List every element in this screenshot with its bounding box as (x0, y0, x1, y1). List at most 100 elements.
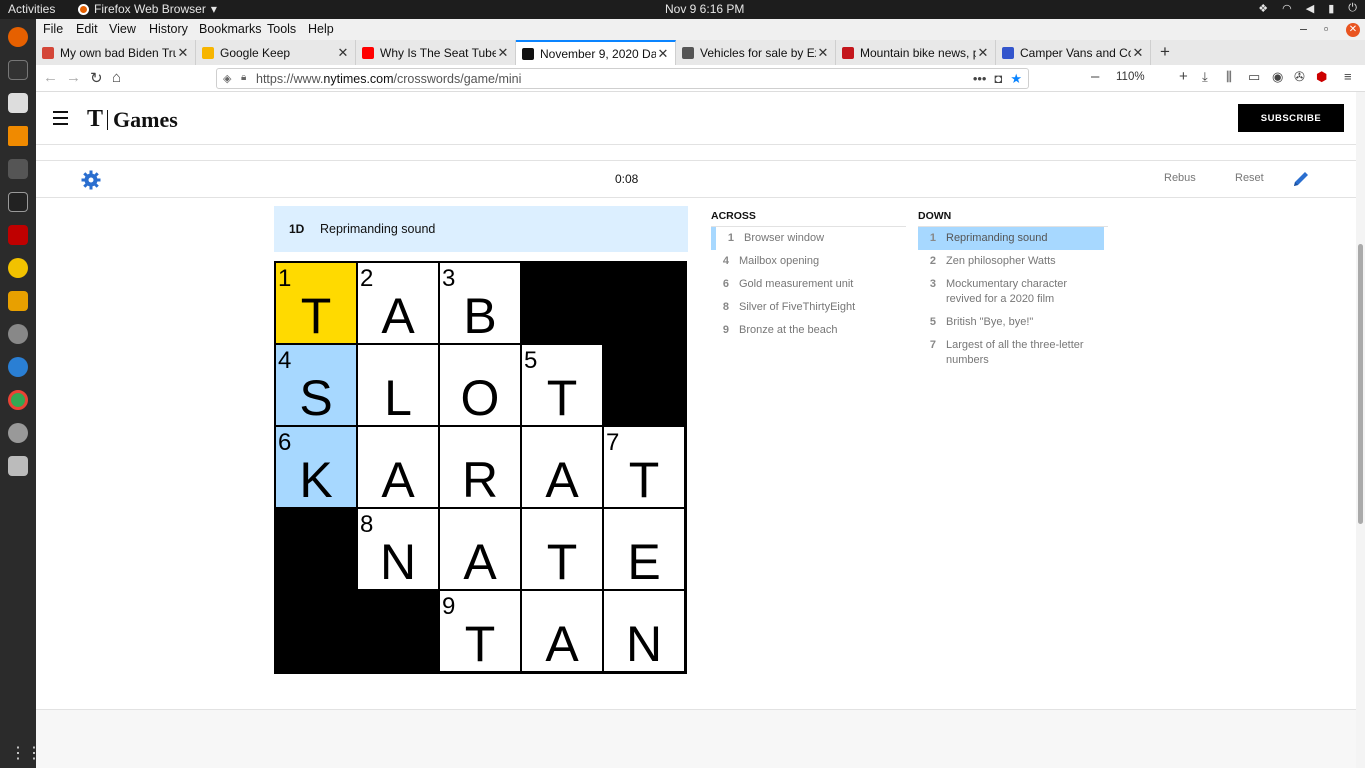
across-clue[interactable]: 4 Mailbox opening (711, 250, 906, 273)
calc-dock-icon[interactable] (8, 291, 28, 311)
tab-biden-trump[interactable]: My own bad Biden Trump ✕ (36, 40, 196, 65)
downloads-icon[interactable]: ⤓ (1202, 69, 1208, 85)
crossword-grid[interactable]: 1T2A3B4SLO5T6KARA7T8NATE9TAN (274, 261, 687, 674)
ublock-icon[interactable]: ⬢ (1316, 69, 1327, 85)
tab-google-keep[interactable]: Google Keep ✕ (196, 40, 356, 65)
close-tab-icon[interactable]: ✕ (1131, 45, 1145, 61)
across-clue[interactable]: 8 Silver of FiveThirtyEight (711, 296, 906, 319)
reset-button[interactable]: Reset (1235, 172, 1264, 184)
rhythmbox-dock-icon[interactable] (8, 258, 28, 278)
down-clue[interactable]: 7 Largest of all the three-letter numbers (918, 334, 1104, 372)
settings-gear-icon[interactable] (81, 170, 101, 190)
scrollbar-thumb[interactable] (1358, 244, 1363, 524)
across-clue[interactable]: 6 Gold measurement unit (711, 273, 906, 296)
settings-dock-icon[interactable] (8, 324, 28, 344)
close-tab-icon[interactable]: ✕ (336, 45, 350, 61)
grid-cell[interactable]: O (440, 345, 520, 425)
terminal-dock-icon[interactable] (8, 60, 28, 80)
menu-edit[interactable]: Edit (76, 22, 98, 36)
menu-help[interactable]: Help (308, 22, 334, 36)
grid-cell[interactable]: 5T (522, 345, 602, 425)
chrome-dock-icon[interactable] (8, 390, 28, 410)
vlc-dock-icon[interactable] (8, 126, 28, 146)
url-text[interactable]: https://www.nytimes.com/crosswords/game/… (256, 72, 521, 86)
down-clue[interactable]: 5 British "Bye, bye!" (918, 311, 1104, 334)
zoom-level[interactable]: 110% (1116, 71, 1145, 83)
close-tab-icon[interactable]: ✕ (976, 45, 990, 61)
drive-dock-icon[interactable] (8, 456, 28, 476)
zoom-in-icon[interactable]: + (1179, 68, 1188, 85)
menu-bookmarks[interactable]: Bookmarks (199, 22, 262, 36)
puzzle-timer[interactable]: 0:08 (615, 172, 638, 186)
clock[interactable]: Nov 9 6:16 PM (665, 2, 744, 16)
restore-icon[interactable]: ▫ (1324, 22, 1328, 36)
hamburger-menu-icon[interactable]: ≡ (1344, 69, 1352, 84)
zoom-out-icon[interactable]: – (1091, 68, 1099, 85)
menu-tools[interactable]: Tools (267, 22, 296, 36)
tab-pinkbike[interactable]: Mountain bike news, pho ✕ (836, 40, 996, 65)
menu-file[interactable]: File (43, 22, 63, 36)
across-clue[interactable]: 1 Browser window (711, 227, 906, 250)
grid-cell[interactable]: 3B (440, 263, 520, 343)
disk-dock-icon[interactable] (8, 423, 28, 443)
extension-icon[interactable]: ✇ (1294, 69, 1305, 85)
grid-cell[interactable]: 7T (604, 427, 684, 507)
grid-cell[interactable]: A (522, 427, 602, 507)
tab-nyt-crossword[interactable]: November 9, 2020 Daily ✕ (516, 40, 676, 65)
grid-cell[interactable]: 4S (276, 345, 356, 425)
filezilla-dock-icon[interactable] (8, 225, 28, 245)
grid-cell[interactable]: 6K (276, 427, 356, 507)
grid-cell[interactable]: 2A (358, 263, 438, 343)
close-window-icon[interactable]: ✕ (1346, 23, 1360, 37)
subscribe-button[interactable]: SUBSCRIBE (1238, 104, 1344, 132)
kicad-dock-icon[interactable] (8, 159, 28, 179)
menu-view[interactable]: View (109, 22, 136, 36)
across-clue[interactable]: 9 Bronze at the beach (711, 319, 906, 342)
rebus-button[interactable]: Rebus (1164, 172, 1196, 184)
reload-icon[interactable]: ↻ (90, 69, 103, 87)
activities-button[interactable]: Activities (8, 2, 55, 16)
close-tab-icon[interactable]: ✕ (816, 45, 830, 61)
home-icon[interactable]: ⌂ (112, 69, 121, 86)
down-clue[interactable]: 2 Zen philosopher Watts (918, 250, 1104, 273)
pencil-icon[interactable] (1291, 169, 1311, 189)
nyt-games-logo[interactable]: T Games (87, 106, 178, 133)
bookmark-star-icon[interactable]: ★ (1010, 71, 1022, 87)
menu-history[interactable]: History (149, 22, 188, 36)
minimize-icon[interactable]: – (1300, 22, 1307, 36)
grid-cell[interactable]: E (604, 509, 684, 589)
app-menu[interactable]: Firefox Web Browser ▾ (78, 2, 217, 16)
grid-cell[interactable]: 9T (440, 591, 520, 671)
lock-icon[interactable]: 🔒︎ (241, 72, 246, 83)
shield-icon[interactable]: ◈ (223, 72, 231, 85)
current-clue-bar[interactable]: 1D Reprimanding sound (274, 206, 688, 252)
dropbox-icon[interactable]: ❖ (1258, 2, 1268, 15)
down-clue[interactable]: 1 Reprimanding sound (918, 227, 1104, 250)
grid-cell[interactable]: 8N (358, 509, 438, 589)
grid-cell[interactable]: A (358, 427, 438, 507)
firefox-dock-icon[interactable] (8, 27, 28, 47)
close-tab-icon[interactable]: ✕ (496, 45, 510, 61)
tab-expo-vehicles[interactable]: Vehicles for sale by ExPo ✕ (676, 40, 836, 65)
grid-cell[interactable]: T (522, 509, 602, 589)
grid-cell[interactable]: L (358, 345, 438, 425)
inkscape-dock-icon[interactable] (8, 192, 28, 212)
extension-icon[interactable]: ◉ (1272, 69, 1283, 85)
help-dock-icon[interactable] (8, 357, 28, 377)
down-clue[interactable]: 3 Mockumentary character revived for a 20… (918, 273, 1104, 311)
grid-cell[interactable]: A (440, 509, 520, 589)
pocket-icon[interactable]: ◘ (994, 71, 1002, 87)
address-bar[interactable]: ◈ 🔒︎ https://www.nytimes.com/crosswords/… (216, 68, 1029, 89)
new-tab-icon[interactable]: + (1160, 42, 1170, 62)
page-actions-icon[interactable]: ••• (973, 71, 987, 87)
system-tray[interactable]: ❖ ◠ ◀ ▮ ⏻ (1258, 2, 1357, 15)
tab-seat-tube[interactable]: Why Is The Seat Tube An ✕ (356, 40, 516, 65)
close-tab-icon[interactable]: ✕ (656, 46, 670, 62)
library-icon[interactable]: ⫼ (1226, 69, 1232, 85)
grid-cell[interactable]: N (604, 591, 684, 671)
back-icon[interactable]: ← (43, 69, 58, 86)
grid-cell[interactable]: 1T (276, 263, 356, 343)
grid-cell[interactable]: A (522, 591, 602, 671)
grid-cell[interactable]: R (440, 427, 520, 507)
close-tab-icon[interactable]: ✕ (176, 45, 190, 61)
